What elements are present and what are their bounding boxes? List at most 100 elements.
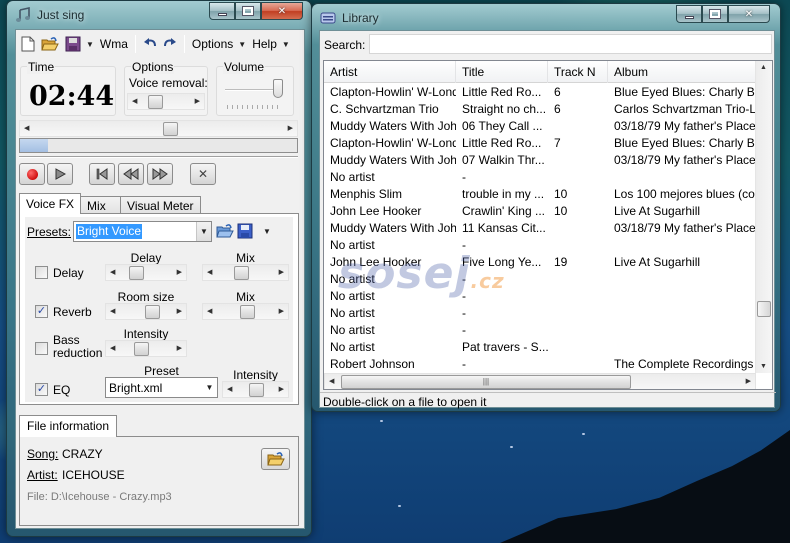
vertical-scrollbar[interactable]: ▲ ▼ xyxy=(755,61,772,373)
minimize-button[interactable] xyxy=(209,2,235,20)
slider-thumb[interactable] xyxy=(128,266,144,280)
horizontal-scroll-thumb[interactable]: ||| xyxy=(341,375,631,389)
tab-mix[interactable]: Mix xyxy=(80,196,122,214)
room-size-slider[interactable]: ◀ ▶ xyxy=(105,303,187,320)
save-dropdown-icon[interactable]: ▼ xyxy=(86,40,94,49)
slider-thumb[interactable] xyxy=(148,95,164,109)
maximize-button[interactable] xyxy=(702,5,728,23)
volume-track[interactable] xyxy=(225,89,280,91)
scroll-left-icon[interactable]: ◀ xyxy=(110,344,115,352)
scroll-right-icon[interactable]: ▶ xyxy=(177,307,182,315)
table-row[interactable]: Muddy Waters With Joh... 06 They Call ...… xyxy=(324,118,756,135)
fast-forward-button[interactable] xyxy=(147,163,173,185)
seek-thumb[interactable] xyxy=(162,122,178,136)
redo-button[interactable] xyxy=(160,33,180,55)
previous-button[interactable] xyxy=(89,163,115,185)
new-button[interactable] xyxy=(18,33,38,55)
chevron-down-icon[interactable]: ▼ xyxy=(202,378,217,397)
play-button[interactable] xyxy=(47,163,73,185)
scroll-right-icon[interactable]: ▶ xyxy=(177,344,182,352)
save-preset-dropdown-icon[interactable]: ▼ xyxy=(263,227,271,236)
slider-thumb[interactable] xyxy=(145,305,161,319)
eq-intensity-slider[interactable]: ◀ ▶ xyxy=(222,381,289,398)
horizontal-scrollbar[interactable]: ◀ ||| ▶ xyxy=(324,373,756,389)
scroll-up-icon[interactable]: ▲ xyxy=(760,64,767,71)
reverb-mix-slider[interactable]: ◀ ▶ xyxy=(202,303,289,320)
table-row[interactable]: No artist - xyxy=(324,169,756,186)
open-button[interactable] xyxy=(38,33,62,55)
scroll-left-icon[interactable]: ◀ xyxy=(132,97,137,105)
eq-preset-combo[interactable]: Bright.xml ▼ xyxy=(105,377,218,398)
help-menu[interactable]: Help ▼ xyxy=(249,33,293,55)
table-row[interactable]: C. Schvartzman Trio Straight no ch... 6 Car… xyxy=(324,101,756,118)
vertical-scroll-thumb[interactable] xyxy=(757,301,771,318)
table-row[interactable]: No artist - xyxy=(324,237,756,254)
close-button[interactable]: ✕ xyxy=(261,2,303,20)
bass-reduction-checkbox[interactable] xyxy=(35,342,48,355)
scroll-right-icon[interactable]: ▶ xyxy=(177,268,182,276)
reverb-checkbox[interactable]: ✓ xyxy=(35,305,48,318)
slider-thumb[interactable] xyxy=(133,342,149,356)
table-row[interactable]: John Lee Hooker Crawlin' King ... 10 Live A… xyxy=(324,203,756,220)
table-row[interactable]: No artist - xyxy=(324,271,756,288)
scroll-right-icon[interactable]: ▶ xyxy=(195,97,200,105)
chevron-down-icon[interactable]: ▼ xyxy=(196,222,211,241)
slider-thumb[interactable] xyxy=(234,266,250,280)
scroll-left-icon[interactable]: ◀ xyxy=(227,385,232,393)
table-row[interactable]: No artist - xyxy=(324,305,756,322)
scroll-left-icon[interactable]: ◀ xyxy=(207,307,212,315)
scroll-left-icon[interactable]: ◀ xyxy=(207,268,212,276)
table-row[interactable]: Clapton-Howlin' W-Lond... Little Red Ro..… xyxy=(324,84,756,101)
table-row[interactable]: Menphis Slim trouble in my ... 10 Los 100 m… xyxy=(324,186,756,203)
close-button[interactable]: ✕ xyxy=(728,5,770,23)
table-row[interactable]: No artist - xyxy=(324,322,756,339)
bass-intensity-slider[interactable]: ◀ ▶ xyxy=(105,340,187,357)
table-row[interactable]: No artist - xyxy=(324,288,756,305)
table-row[interactable]: Clapton-Howlin' W-Lond... Little Red Ro..… xyxy=(324,135,756,152)
search-input[interactable] xyxy=(369,34,772,54)
slider-thumb[interactable] xyxy=(248,383,264,397)
table-row[interactable]: Muddy Waters With Joh... 07 Walkin Thr...… xyxy=(324,152,756,169)
minimize-button[interactable] xyxy=(676,5,702,23)
stop-button[interactable]: ✕ xyxy=(190,163,216,185)
scroll-right-icon[interactable]: ▶ xyxy=(279,307,284,315)
voice-removal-slider[interactable]: ◀ ▶ xyxy=(127,93,205,110)
undo-button[interactable] xyxy=(140,33,160,55)
open-file-button[interactable] xyxy=(261,448,290,470)
scroll-right-icon[interactable]: ▶ xyxy=(746,377,751,385)
rewind-button[interactable] xyxy=(118,163,144,185)
save-preset-icon[interactable] xyxy=(237,223,253,239)
volume-slider-thumb[interactable] xyxy=(272,79,283,98)
table-row[interactable]: Robert Johnson - The Complete Recordings D… xyxy=(324,356,756,373)
record-button[interactable] xyxy=(19,163,45,185)
table-row[interactable]: John Lee Hooker Five Long Ye... 19 Live At … xyxy=(324,254,756,271)
delay-slider[interactable]: ◀ ▶ xyxy=(105,264,187,281)
scroll-down-icon[interactable]: ▼ xyxy=(760,363,767,370)
column-header-title[interactable]: Title xyxy=(456,61,548,83)
column-header-track[interactable]: Track N xyxy=(548,61,608,83)
table-row[interactable]: No artist Pat travers - S... xyxy=(324,339,756,356)
scroll-left-icon[interactable]: ◀ xyxy=(329,377,334,385)
title-bar[interactable]: Just sing ✕ xyxy=(7,1,311,29)
scroll-left-icon[interactable]: ◀ xyxy=(110,307,115,315)
save-button[interactable]: ▼ xyxy=(62,33,97,55)
delay-checkbox[interactable] xyxy=(35,266,48,279)
table-row[interactable]: Muddy Waters With Joh... 11 Kansas Cit...… xyxy=(324,220,756,237)
open-preset-icon[interactable] xyxy=(216,223,234,239)
presets-combo[interactable]: Bright Voice ▼ xyxy=(73,221,212,242)
scroll-left-icon[interactable]: ◀ xyxy=(110,268,115,276)
scroll-right-icon[interactable]: ▶ xyxy=(279,385,284,393)
scroll-right-icon[interactable]: ▶ xyxy=(288,124,293,132)
format-button[interactable]: Wma xyxy=(97,33,131,55)
column-header-album[interactable]: Album xyxy=(608,61,756,83)
tab-visual-meter[interactable]: Visual Meter xyxy=(120,196,201,214)
maximize-button[interactable] xyxy=(235,2,261,20)
slider-thumb[interactable] xyxy=(239,305,255,319)
scroll-left-icon[interactable]: ◀ xyxy=(24,124,29,132)
eq-checkbox[interactable]: ✓ xyxy=(35,383,48,396)
scroll-right-icon[interactable]: ▶ xyxy=(279,268,284,276)
options-menu[interactable]: Options ▼ xyxy=(189,33,249,55)
delay-mix-slider[interactable]: ◀ ▶ xyxy=(202,264,289,281)
tab-file-information[interactable]: File information xyxy=(19,415,118,437)
title-bar[interactable]: Library ✕ xyxy=(312,4,780,32)
